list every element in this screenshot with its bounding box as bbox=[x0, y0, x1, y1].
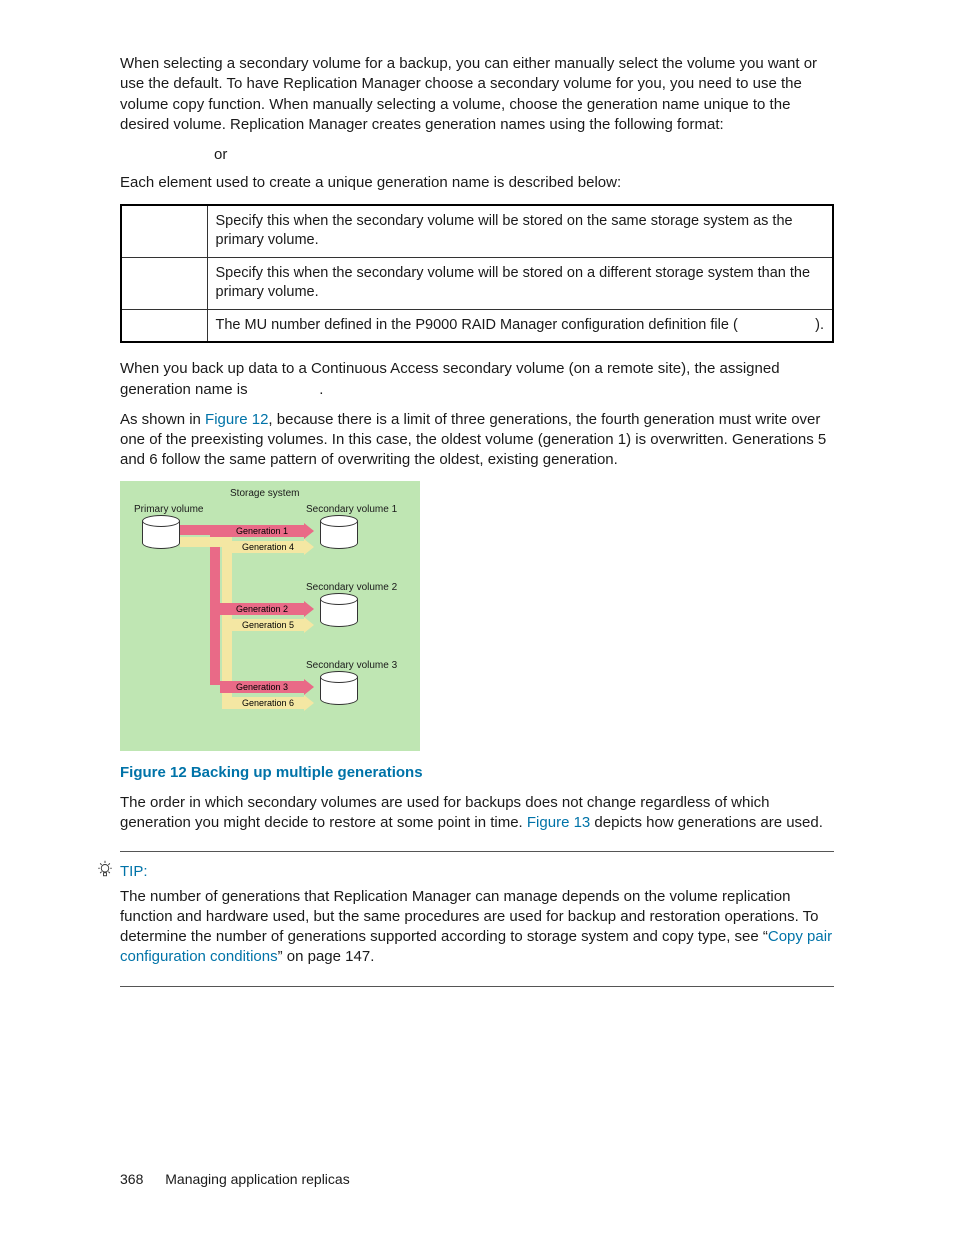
divider bbox=[120, 986, 834, 987]
secondary-volume-3-icon bbox=[320, 671, 358, 709]
table-cell-desc: Specify this when the secondary volume w… bbox=[207, 205, 833, 258]
paragraph-intro: When selecting a secondary volume for a … bbox=[120, 54, 834, 135]
secondary-volume-2-icon bbox=[320, 593, 358, 631]
table-cell-text: ). bbox=[815, 316, 824, 336]
generations-diagram: Storage system Primary volume Secondary … bbox=[120, 481, 420, 751]
tip-block: TIP: The number of generations that Repl… bbox=[120, 862, 834, 967]
table-cell-key bbox=[121, 309, 207, 342]
figure-12-link[interactable]: Figure 12 bbox=[205, 411, 268, 428]
gen1-arrow: Generation 1 bbox=[220, 525, 314, 537]
gen5-arrow: Generation 5 bbox=[232, 619, 314, 631]
tip-lightbulb-icon bbox=[96, 860, 114, 878]
text: . bbox=[319, 381, 323, 398]
text: ” on page 147. bbox=[278, 948, 375, 965]
table-cell-desc: The MU number defined in the P9000 RAID … bbox=[207, 309, 833, 342]
format-or: or bbox=[214, 145, 834, 165]
figure-12-caption: Figure 12 Backing up multiple generation… bbox=[120, 763, 834, 783]
table-cell-key bbox=[121, 257, 207, 309]
secondary-volume-1-icon bbox=[320, 515, 358, 553]
gen2-arrow: Generation 2 bbox=[220, 603, 314, 615]
text: As shown in bbox=[120, 411, 205, 428]
tip-label: TIP: bbox=[120, 862, 834, 882]
gen6-arrow: Generation 6 bbox=[232, 697, 314, 709]
gen3-arrow: Generation 3 bbox=[220, 681, 314, 693]
page-footer: 368 Managing application replicas bbox=[120, 1170, 350, 1189]
gen4-arrow: Generation 4 bbox=[232, 541, 314, 553]
table-cell-text: The MU number defined in the P9000 RAID … bbox=[216, 317, 738, 333]
table-cell-desc: Specify this when the secondary volume w… bbox=[207, 257, 833, 309]
diagram-connector bbox=[210, 525, 220, 685]
paragraph-ca-note: When you back up data to a Continuous Ac… bbox=[120, 359, 834, 400]
generation-name-table: Specify this when the secondary volume w… bbox=[120, 204, 834, 344]
paragraph-figure-ref: As shown in Figure 12, because there is … bbox=[120, 410, 834, 471]
text: When you back up data to a Continuous Ac… bbox=[120, 360, 780, 397]
table-cell-key bbox=[121, 205, 207, 258]
tip-body: The number of generations that Replicati… bbox=[120, 887, 834, 968]
page-number: 368 bbox=[120, 1171, 143, 1187]
paragraph-order: The order in which secondary volumes are… bbox=[120, 793, 834, 834]
figure-13-link[interactable]: Figure 13 bbox=[527, 814, 590, 831]
diagram-label-storage: Storage system bbox=[230, 487, 299, 501]
divider bbox=[120, 851, 834, 852]
text: The number of generations that Replicati… bbox=[120, 888, 819, 946]
text: depicts how generations are used. bbox=[590, 814, 823, 831]
primary-volume-icon bbox=[142, 515, 180, 553]
paragraph-elements: Each element used to create a unique gen… bbox=[120, 173, 834, 193]
section-title: Managing application replicas bbox=[165, 1171, 349, 1187]
